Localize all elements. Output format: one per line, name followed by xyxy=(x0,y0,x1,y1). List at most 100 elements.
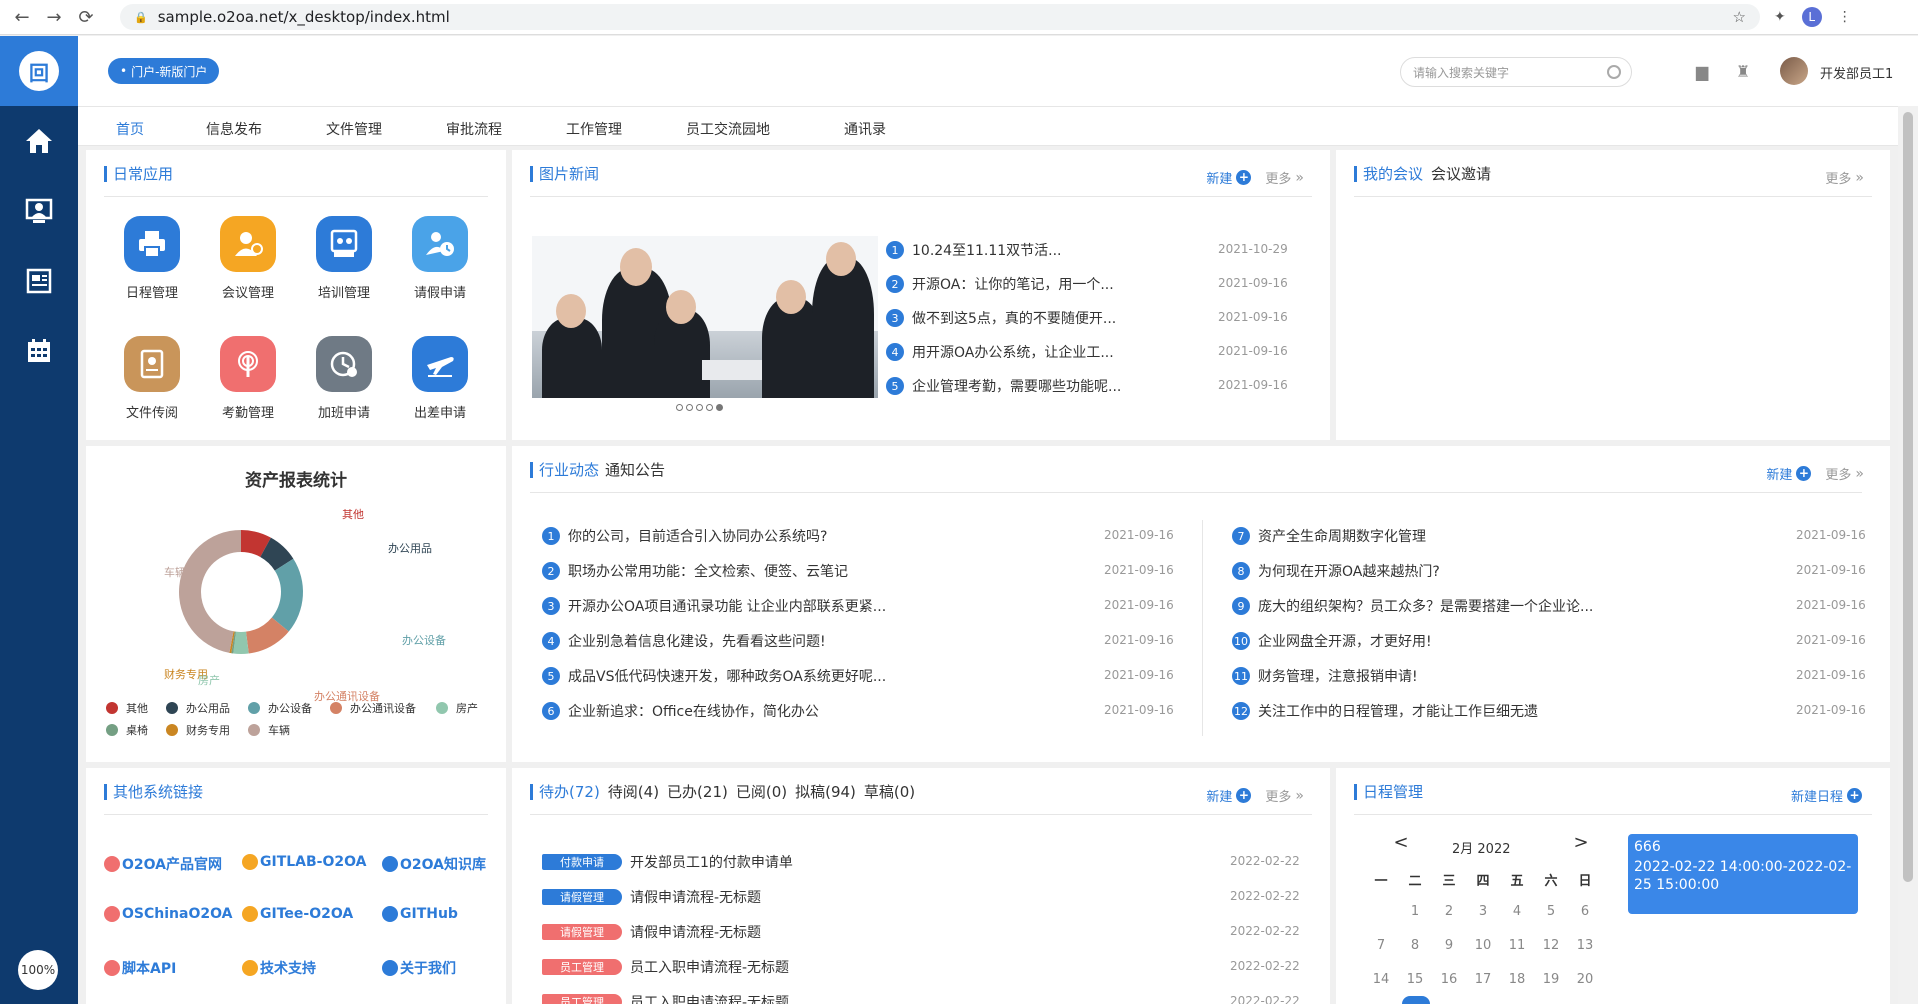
link-item[interactable]: GITLAB-O2OA xyxy=(242,854,367,870)
schedule-event-card[interactable]: 666 2022-02-22 14:00:00-2022-02-25 15:00… xyxy=(1628,834,1858,914)
legend-item[interactable]: 桌椅 xyxy=(106,722,148,738)
list-item[interactable]: 6 企业新追求：Office在线协作，简化办公 xyxy=(542,701,819,721)
app-file-circulate[interactable]: 文件传阅 xyxy=(112,336,192,421)
news-icon[interactable] xyxy=(0,246,78,316)
calendar-day[interactable]: 13 xyxy=(1570,938,1600,953)
back-icon[interactable]: ← xyxy=(12,7,32,28)
list-item[interactable]: 2 职场办公常用功能：全文检索、便签、云笔记 xyxy=(542,561,848,581)
app-overtime[interactable]: 加班申请 xyxy=(304,336,384,421)
calendar-day[interactable]: 5 xyxy=(1536,904,1566,919)
link-item[interactable]: 关于我们 xyxy=(382,958,456,978)
tab-drafted[interactable]: 拟稿(94) xyxy=(795,784,856,800)
calendar-day[interactable]: 19 xyxy=(1536,972,1566,987)
calendar-day[interactable]: 6 xyxy=(1570,904,1600,919)
page-scrollbar[interactable] xyxy=(1898,106,1918,1004)
chevron-right-icon[interactable]: » xyxy=(1855,466,1863,482)
app-schedule[interactable]: 日程管理 xyxy=(112,216,192,301)
home-icon[interactable] xyxy=(0,106,78,176)
legend-item[interactable]: 财务专用 xyxy=(166,722,230,738)
app-training[interactable]: 培训管理 xyxy=(304,216,384,301)
todo-row[interactable]: 请假管理 请假申请流程-无标题 xyxy=(542,887,761,907)
menu-item-community[interactable]: 员工交流园地 xyxy=(686,119,770,139)
extensions-icon[interactable]: ✦ xyxy=(1774,9,1786,25)
menu-item-contacts[interactable]: 通讯录 xyxy=(844,119,886,139)
calendar-day[interactable]: 3 xyxy=(1468,904,1498,919)
calendar-day[interactable]: 14 xyxy=(1366,972,1396,987)
chevron-right-icon[interactable]: » xyxy=(1295,788,1303,804)
tab-to-read[interactable]: 待阅(4) xyxy=(608,784,659,800)
chevron-right-icon[interactable]: » xyxy=(1855,170,1863,186)
next-month-button[interactable]: > xyxy=(1566,832,1596,853)
news-photo[interactable] xyxy=(532,236,878,398)
menu-item-files[interactable]: 文件管理 xyxy=(326,119,382,139)
new-button[interactable]: 新建 xyxy=(1206,786,1232,805)
menu-item-home[interactable]: 首页 xyxy=(116,119,144,139)
contacts-icon[interactable] xyxy=(0,176,78,246)
calendar-day[interactable]: 17 xyxy=(1468,972,1498,987)
more-link[interactable]: 更多 xyxy=(1265,786,1291,805)
todo-row[interactable]: 付款申请 开发部员工1的付款申请单 xyxy=(542,852,793,872)
menu-item-work[interactable]: 工作管理 xyxy=(566,119,622,139)
star-icon[interactable]: ☆ xyxy=(1733,8,1746,26)
todo-row[interactable]: 请假管理 请假申请流程-无标题 xyxy=(542,922,761,942)
calendar-day[interactable]: 8 xyxy=(1400,938,1430,953)
scrollbar-thumb[interactable] xyxy=(1903,112,1913,882)
new-button[interactable]: 新建 xyxy=(1766,464,1792,483)
forward-icon[interactable]: → xyxy=(44,7,64,28)
list-item[interactable]: 5 企业管理考勤，需要哪些功能呢... xyxy=(886,376,1121,396)
calendar-day[interactable]: 16 xyxy=(1434,972,1464,987)
legend-item[interactable]: 车辆 xyxy=(248,722,290,738)
app-business-trip[interactable]: 出差申请 xyxy=(400,336,480,421)
more-link[interactable]: 更多 xyxy=(1825,168,1851,187)
link-item[interactable]: 脚本API xyxy=(104,958,176,978)
tab-meeting-invites[interactable]: 会议邀请 xyxy=(1431,165,1491,183)
more-link[interactable]: 更多 xyxy=(1825,464,1851,483)
search-input[interactable]: 请输入搜索关键字 xyxy=(1400,57,1632,87)
menu-icon[interactable]: ⋮ xyxy=(1838,9,1852,25)
list-item[interactable]: 10 企业网盘全开源，才更好用! xyxy=(1232,631,1432,651)
tab-done[interactable]: 已办(21) xyxy=(667,784,728,800)
list-item[interactable]: 4 用开源OA办公系统，让企业工... xyxy=(886,342,1114,362)
skin-icon[interactable]: ♜ xyxy=(1736,62,1750,81)
legend-item[interactable]: 办公通讯设备 xyxy=(330,700,416,716)
list-item[interactable]: 3 做不到这5点，真的不要随便开... xyxy=(886,308,1116,328)
calendar-icon[interactable] xyxy=(0,316,78,386)
link-item[interactable]: 技术支持 xyxy=(242,958,316,978)
calendar-day[interactable]: 2 xyxy=(1434,904,1464,919)
message-icon[interactable]: ▆ xyxy=(1696,62,1708,81)
menu-item-info[interactable]: 信息发布 xyxy=(206,119,262,139)
list-item[interactable]: 8 为何现在开源OA越来越热门? xyxy=(1232,561,1440,581)
link-item[interactable]: OSChinaO2OA xyxy=(104,906,232,922)
calendar-day[interactable]: 10 xyxy=(1468,938,1498,953)
list-item[interactable]: 4 企业别急着信息化建设，先看看这些问题! xyxy=(542,631,826,651)
list-item[interactable]: 2 开源OA：让你的笔记，用一个... xyxy=(886,274,1114,294)
logo-area[interactable]: 回 xyxy=(0,36,78,106)
tab-todo[interactable]: 待办(72) xyxy=(530,784,600,800)
new-schedule-button[interactable]: 新建日程 xyxy=(1791,786,1843,805)
calendar-day[interactable]: 9 xyxy=(1434,938,1464,953)
calendar-day[interactable]: 18 xyxy=(1502,972,1532,987)
address-bar[interactable]: 🔒 sample.o2oa.net/x_desktop/index.html ☆ xyxy=(120,4,1760,30)
app-attendance[interactable]: 考勤管理 xyxy=(208,336,288,421)
todo-row[interactable]: 员工管理 员工入职申请流程-无标题 xyxy=(542,992,789,1004)
tab-industry[interactable]: 行业动态 xyxy=(539,461,599,479)
more-link[interactable]: 更多 xyxy=(1265,168,1291,187)
zoom-badge[interactable]: 100% xyxy=(18,950,58,990)
avatar[interactable] xyxy=(1780,57,1808,85)
calendar-day[interactable]: 4 xyxy=(1502,904,1532,919)
legend-item[interactable]: 房产 xyxy=(436,700,478,716)
list-item[interactable]: 5 成品VS低代码快速开发，哪种政务OA系统更好呢... xyxy=(542,666,886,686)
new-button[interactable]: 新建 xyxy=(1206,168,1232,187)
chevron-right-icon[interactable]: » xyxy=(1295,170,1303,186)
list-item[interactable]: 11 财务管理，注意报销申请! xyxy=(1232,666,1418,686)
prev-month-button[interactable]: < xyxy=(1386,832,1416,853)
list-item[interactable]: 1 你的公司，目前适合引入协同办公系统吗? xyxy=(542,526,827,546)
donut-slice[interactable] xyxy=(271,558,303,632)
calendar-day[interactable]: 1 xyxy=(1400,904,1430,919)
plus-icon[interactable]: + xyxy=(1236,788,1252,803)
link-item[interactable]: GITHub xyxy=(382,906,458,922)
calendar-day[interactable]: 15 xyxy=(1400,972,1430,987)
legend-item[interactable]: 其他 xyxy=(106,700,148,716)
calendar-day[interactable]: 7 xyxy=(1366,938,1396,953)
link-item[interactable]: GITee-O2OA xyxy=(242,906,353,922)
